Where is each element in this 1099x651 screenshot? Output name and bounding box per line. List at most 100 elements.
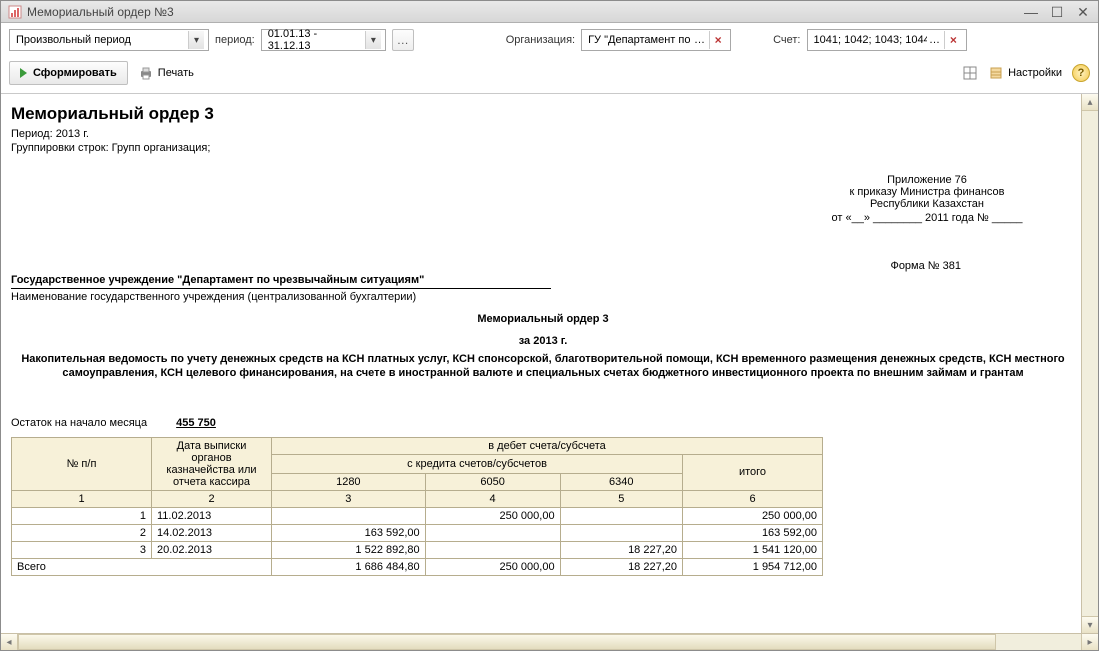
scroll-right-icon: ▸ [1081,634,1098,650]
org-caption: Наименование государственного учреждения… [11,291,1075,303]
period-mode-value: Произвольный период [16,34,131,46]
th-npp: № п/п [12,437,152,490]
cell-n: 1 [12,507,152,524]
form-button-label: Сформировать [33,67,117,79]
window-buttons: — ☐ ✕ [1022,5,1092,19]
cell-6340 [560,524,682,541]
balance-label: Остаток на начало месяца [11,417,147,429]
total-sum: 1 954 712,00 [683,558,823,575]
th-col2: 2 [152,490,272,507]
th-6340: 6340 [560,473,682,490]
table-row: 320.02.20131 522 892,8018 227,201 541 12… [12,541,823,558]
grid-icon[interactable] [962,65,978,81]
cell-date: 11.02.2013 [152,507,272,524]
appendix-block: Приложение 76 к приказу Министра финансо… [797,174,1057,224]
dropdown-icon [188,31,204,49]
cell-6340 [560,507,682,524]
period-picker-button[interactable]: … [392,29,414,51]
appendix-line: к приказу Министра финансов [797,186,1057,198]
th-credit: с кредита счетов/субсчетов [272,454,683,473]
total-6340: 18 227,20 [560,558,682,575]
center-sub: за 2013 г. [11,335,1075,347]
report-period: Период: 2013 г. [11,128,1075,140]
cell-total: 163 592,00 [683,524,823,541]
period-label: период: [215,34,255,46]
action-toolbar: Сформировать Печать Настройки ? [1,57,1098,93]
total-6050: 250 000,00 [425,558,560,575]
close-button[interactable]: ✕ [1074,5,1092,19]
acct-value: 1041; 1042; 1043; 1044; [814,34,927,46]
scroll-up-icon: ▴ [1082,94,1098,111]
balance-value: 455 750 [176,417,216,429]
org-input[interactable]: ГУ "Департамент по чр … × [581,29,731,51]
scroll-down-icon: ▾ [1082,616,1098,633]
appendix-line: Республики Казахстан [797,198,1057,210]
scroll-left-icon: ◂ [1,634,18,650]
total-1280: 1 686 484,80 [272,558,426,575]
settings-icon [988,65,1004,81]
app-window: Мемориальный ордер №3 — ☐ ✕ Произвольный… [0,0,1099,651]
report-grouping: Группировки строк: Групп организация; [11,142,1075,154]
cell-1280 [272,507,426,524]
cell-total: 250 000,00 [683,507,823,524]
dropdown-icon [365,31,381,49]
cell-date: 14.02.2013 [152,524,272,541]
acct-label: Счет: [773,34,800,46]
play-icon [20,68,27,78]
cell-total: 1 541 120,00 [683,541,823,558]
th-col4: 4 [425,490,560,507]
period-input[interactable]: 01.01.13 - 31.12.13 [261,29,386,51]
center-title: Мемориальный ордер 3 [11,313,1075,325]
report-title: Мемориальный ордер 3 [11,104,1075,124]
app-icon [7,4,23,20]
ellipsis-icon: … [692,34,707,46]
cell-1280: 1 522 892,80 [272,541,426,558]
maximize-button[interactable]: ☐ [1048,5,1066,19]
period-value: 01.01.13 - 31.12.13 [268,28,361,52]
scroll-track [18,634,1081,650]
printer-icon [138,65,154,81]
window-title: Мемориальный ордер №3 [27,5,1022,19]
minimize-button[interactable]: — [1022,5,1040,19]
clear-acct-button[interactable]: × [944,31,961,49]
th-1280: 1280 [272,473,426,490]
th-itogo: итого [683,454,823,490]
clear-org-button[interactable]: × [709,31,726,49]
form-button[interactable]: Сформировать [9,61,128,85]
total-label: Всего [12,558,272,575]
titlebar: Мемориальный ордер №3 — ☐ ✕ [1,1,1098,23]
th-6050: 6050 [425,473,560,490]
form-number: Форма № 381 [890,260,961,272]
scroll-thumb[interactable] [18,634,996,650]
horizontal-scrollbar[interactable]: ◂ ▸ [1,633,1098,650]
print-label: Печать [158,67,194,79]
appendix-line: Приложение 76 [797,174,1057,186]
help-button[interactable]: ? [1072,64,1090,82]
cell-6050: 250 000,00 [425,507,560,524]
table-row: 111.02.2013 250 000,00 250 000,00 [12,507,823,524]
appendix-line: от «__» ________ 2011 года № _____ [797,212,1057,224]
org-value: ГУ "Департамент по чр [588,34,692,46]
org-label: Организация: [506,34,575,46]
th-col3: 3 [272,490,426,507]
content-area: Мемориальный ордер 3 Период: 2013 г. Гру… [1,93,1098,633]
th-date: Дата выписки органов казначейства или от… [152,437,272,490]
filter-toolbar: Произвольный период период: 01.01.13 - 3… [1,23,1098,57]
th-col6: 6 [683,490,823,507]
th-col1: 1 [12,490,152,507]
table-row: 214.02.2013163 592,00163 592,00 [12,524,823,541]
print-button[interactable]: Печать [138,65,194,81]
settings-button[interactable]: Настройки [988,65,1062,81]
cell-1280: 163 592,00 [272,524,426,541]
cell-6050 [425,524,560,541]
ellipsis-icon: … [927,34,942,46]
report-table: № п/п Дата выписки органов казначейства … [11,437,823,576]
acct-input[interactable]: 1041; 1042; 1043; 1044; … × [807,29,967,51]
report-document: Мемориальный ордер 3 Период: 2013 г. Гру… [1,94,1081,633]
cell-n: 2 [12,524,152,541]
vertical-scrollbar[interactable]: ▴ ▾ [1081,94,1098,633]
divider [11,288,551,289]
period-mode-select[interactable]: Произвольный период [9,29,209,51]
cell-n: 3 [12,541,152,558]
long-description: Накопительная ведомость по учету денежны… [13,353,1073,381]
